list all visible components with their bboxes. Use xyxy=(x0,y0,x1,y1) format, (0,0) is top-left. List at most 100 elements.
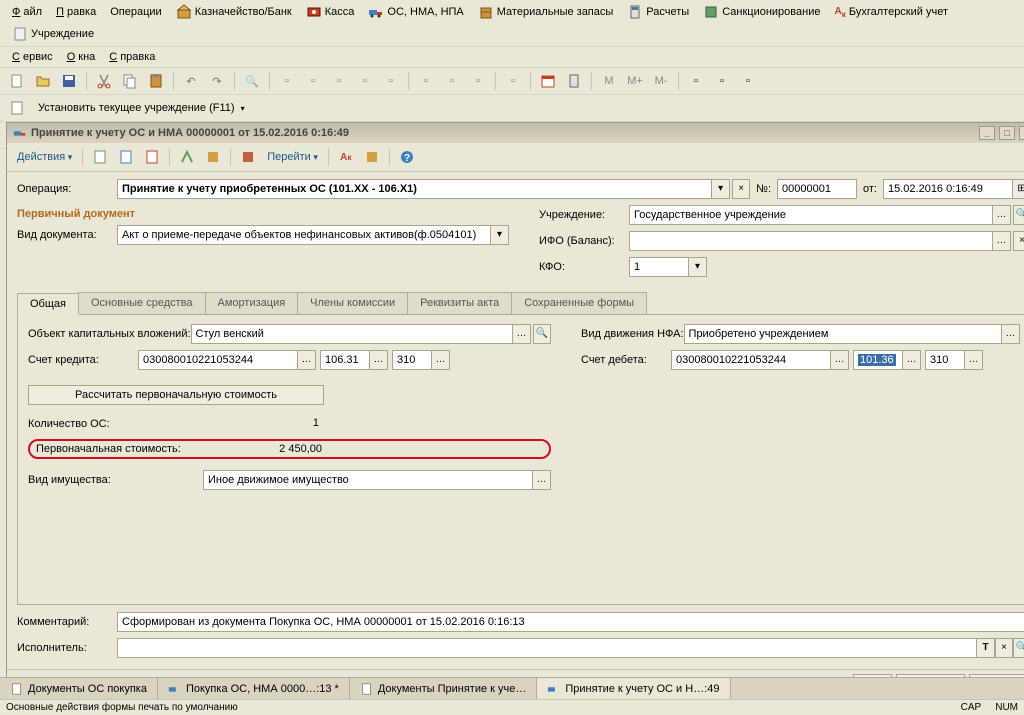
credit-sub1-button[interactable]: … xyxy=(370,350,388,370)
debit-sub1-input[interactable]: 101.36 xyxy=(853,350,903,370)
ifo-select-button[interactable]: … xyxy=(993,231,1011,251)
debit-sub2-button[interactable]: … xyxy=(965,350,983,370)
tb-icon[interactable] xyxy=(202,146,224,168)
menu-materials[interactable]: Материальные запасы xyxy=(472,2,620,22)
help-icon[interactable]: ? xyxy=(396,146,418,168)
menu-accounting[interactable]: Ак Бухгалтерский учет xyxy=(828,2,954,22)
tb-icon[interactable] xyxy=(176,146,198,168)
obj-vloz-input[interactable]: Стул венский xyxy=(191,324,513,344)
doc-type-input[interactable]: Акт о приеме-передаче объектов нефинансо… xyxy=(117,225,491,245)
tb-icon[interactable] xyxy=(115,146,137,168)
menu-calc[interactable]: Расчеты xyxy=(621,2,695,22)
toolbar-btn[interactable]: ▫ xyxy=(467,70,489,92)
dvij-input[interactable]: Приобретено учреждением xyxy=(684,324,1002,344)
credit-sub1-input[interactable]: 106.31 xyxy=(320,350,370,370)
num-input[interactable]: 00000001 xyxy=(777,179,857,199)
toolbar-btn[interactable]: ▫ xyxy=(711,70,733,92)
maximize-button[interactable]: □ xyxy=(999,126,1015,140)
toolbar-btn[interactable]: ▫ xyxy=(415,70,437,92)
doc-type-dropdown-button[interactable]: ▾ xyxy=(491,225,509,245)
tb-icon[interactable] xyxy=(237,146,259,168)
menu-file[interactable]: Файл xyxy=(6,2,48,22)
tab-commission[interactable]: Члены комиссии xyxy=(297,292,408,314)
menu-treasury[interactable]: Казначейство/Банк xyxy=(170,2,298,22)
menu-service[interactable]: Сервис xyxy=(6,49,59,65)
org-select-button[interactable]: … xyxy=(993,205,1011,225)
executor-clear-button[interactable]: × xyxy=(995,638,1013,658)
tab-amort[interactable]: Амортизация xyxy=(205,292,299,314)
undo-icon[interactable]: ↶ xyxy=(180,70,202,92)
menu-operations[interactable]: Операции xyxy=(104,2,167,22)
m-icon[interactable]: M xyxy=(598,70,620,92)
ifo-clear-button[interactable]: × xyxy=(1013,231,1024,251)
tab-requisites[interactable]: Реквизиты акта xyxy=(407,292,512,314)
debit-sub1-button[interactable]: … xyxy=(903,350,921,370)
dvij-button[interactable]: … xyxy=(1002,324,1020,344)
debit-acc-button[interactable]: … xyxy=(831,350,849,370)
toolbar-btn[interactable]: ▫ xyxy=(380,70,402,92)
operation-input[interactable]: Принятие к учету приобретенных ОС (101.X… xyxy=(117,179,712,199)
actions-dropdown[interactable]: Действия xyxy=(13,151,76,163)
obj-vloz-select-button[interactable]: … xyxy=(513,324,531,344)
credit-sub2-input[interactable]: 310 xyxy=(392,350,432,370)
comment-input[interactable]: Сформирован из документа Покупка ОС, НМА… xyxy=(117,612,1024,632)
save-icon[interactable] xyxy=(58,70,80,92)
executor-input[interactable] xyxy=(117,638,977,658)
calc-icon[interactable] xyxy=(563,70,585,92)
toolbar-btn[interactable]: ▫ xyxy=(502,70,524,92)
toolbar-btn[interactable]: ▫ xyxy=(737,70,759,92)
credit-acc-input[interactable]: 030080010221053244 xyxy=(138,350,298,370)
menu-sanction[interactable]: Санкционирование xyxy=(697,2,826,22)
org-input[interactable]: Государственное учреждение xyxy=(629,205,993,225)
credit-acc-button[interactable]: … xyxy=(298,350,316,370)
toolbar-btn[interactable]: ▫ xyxy=(276,70,298,92)
operation-dropdown-button[interactable]: ▾ xyxy=(712,179,730,199)
tab-os[interactable]: Основные средства xyxy=(78,292,206,314)
window-tab[interactable]: Документы ОС покупка xyxy=(0,678,158,699)
menu-org[interactable]: Учреждение xyxy=(6,24,100,44)
debit-sub2-input[interactable]: 310 xyxy=(925,350,965,370)
find-icon[interactable]: 🔍 xyxy=(241,70,263,92)
open-icon[interactable] xyxy=(32,70,54,92)
executor-t-button[interactable]: T xyxy=(977,638,995,658)
copy-icon[interactable] xyxy=(119,70,141,92)
prop-type-input[interactable]: Иное движимое имущество xyxy=(203,470,533,490)
menu-help[interactable]: Справка xyxy=(103,49,161,65)
menu-cash[interactable]: Касса xyxy=(300,2,361,22)
toolbar-btn[interactable]: ▫ xyxy=(302,70,324,92)
operation-clear-button[interactable]: × xyxy=(732,179,750,199)
menu-windows[interactable]: Окна xyxy=(61,49,102,65)
tb-icon[interactable] xyxy=(361,146,383,168)
paste-icon[interactable] xyxy=(145,70,167,92)
window-tab[interactable]: Документы Принятие к уче… xyxy=(350,678,538,699)
toolbar-btn[interactable]: ▫ xyxy=(328,70,350,92)
m-plus-icon[interactable]: M+ xyxy=(624,70,646,92)
tab-general[interactable]: Общая xyxy=(17,293,79,315)
new-doc-icon[interactable] xyxy=(6,70,28,92)
credit-sub2-button[interactable]: … xyxy=(432,350,450,370)
prop-type-button[interactable]: … xyxy=(533,470,551,490)
close-button[interactable]: × xyxy=(1019,126,1024,140)
set-org-link[interactable]: Установить текущее учреждение (F11) xyxy=(32,100,251,116)
debit-acc-input[interactable]: 030080010221053244 xyxy=(671,350,831,370)
tb-icon[interactable] xyxy=(141,146,163,168)
tab-saved-forms[interactable]: Сохраненные формы xyxy=(511,292,647,314)
menu-os-nma[interactable]: ОС, НМА, НПА xyxy=(362,2,469,22)
goto-dropdown[interactable]: Перейти xyxy=(263,151,322,163)
toolbar-btn[interactable]: ▫ xyxy=(441,70,463,92)
ak-icon[interactable]: Ак xyxy=(335,146,357,168)
kfo-dropdown-button[interactable]: ▾ xyxy=(689,257,707,277)
toolbar-btn[interactable]: ▫ xyxy=(354,70,376,92)
minimize-button[interactable]: _ xyxy=(979,126,995,140)
org-doc-icon[interactable] xyxy=(6,97,28,119)
menu-edit[interactable]: Правка xyxy=(50,2,102,22)
obj-vloz-search-button[interactable]: 🔍 xyxy=(533,324,551,344)
toolbar-btn[interactable]: ▫ xyxy=(685,70,707,92)
redo-icon[interactable]: ↷ xyxy=(206,70,228,92)
tb-icon[interactable] xyxy=(89,146,111,168)
ifo-input[interactable] xyxy=(629,231,993,251)
calc-cost-button[interactable]: Рассчитать первоначальную стоимость xyxy=(28,385,324,405)
date-picker-button[interactable]: ⊞ xyxy=(1013,179,1024,199)
executor-search-button[interactable]: 🔍 xyxy=(1013,638,1024,658)
m-minus-icon[interactable]: M- xyxy=(650,70,672,92)
